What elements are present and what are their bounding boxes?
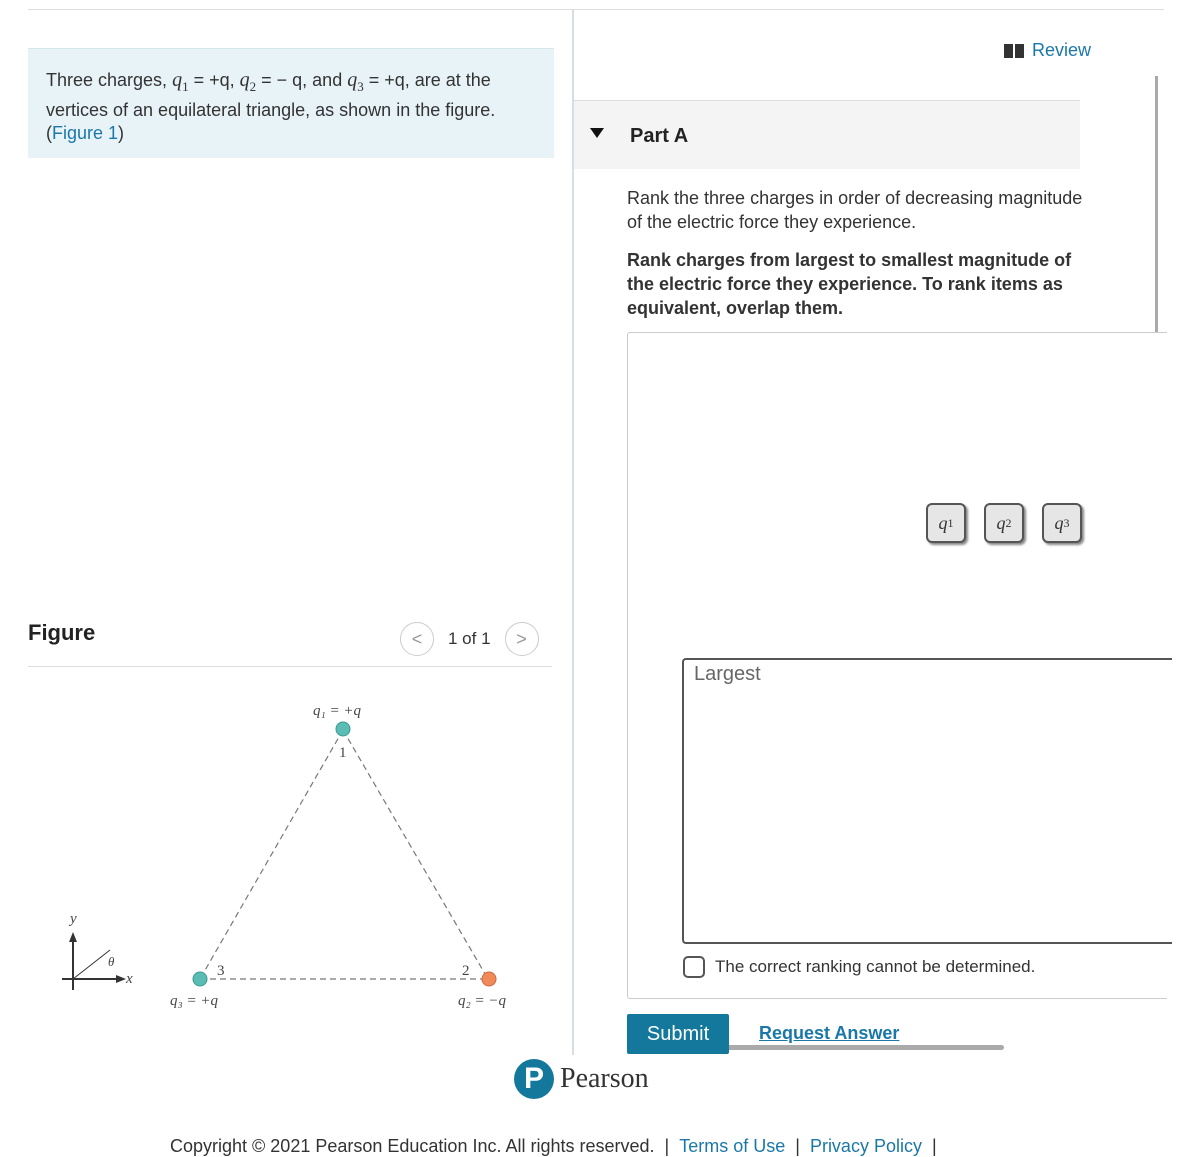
q2-value: = − q bbox=[256, 70, 303, 90]
review-link[interactable]: Review bbox=[1004, 40, 1091, 61]
prev-figure-button[interactable]: < bbox=[400, 622, 434, 656]
paren: ) bbox=[118, 123, 125, 143]
cannot-determine-label: The correct ranking cannot be determined… bbox=[715, 957, 1036, 976]
charge-triangle-figure: q₁ = +q q₃ = +q q₂ = −q y x θ 1 2 3 bbox=[62, 703, 506, 1009]
q1-symbol: q1 bbox=[172, 69, 189, 94]
book-icon bbox=[1004, 43, 1024, 58]
axes-icon bbox=[62, 932, 126, 990]
sep: , bbox=[229, 70, 240, 90]
q1-value: = +q bbox=[188, 70, 230, 90]
copyright: Copyright © 2021 Pearson Education Inc. … bbox=[170, 1136, 655, 1156]
intro-text: Three charges, bbox=[46, 70, 173, 90]
edge-1-3 bbox=[199, 729, 344, 980]
pearson-wordmark: Pearson bbox=[560, 1063, 649, 1094]
next-figure-button[interactable]: > bbox=[504, 622, 539, 656]
instructions-text: Rank charges from largest to smallest ma… bbox=[627, 250, 1072, 318]
label-q2: q₂ = −q bbox=[458, 993, 506, 1009]
cannot-determine-checkbox[interactable] bbox=[683, 956, 705, 978]
sep: , and bbox=[302, 70, 348, 90]
figure-link[interactable]: Figure 1 bbox=[52, 123, 118, 143]
ranking-drop-target[interactable]: Largest bbox=[682, 658, 1172, 944]
chip-q1[interactable]: q1 bbox=[926, 503, 966, 543]
submit-button[interactable]: Submit bbox=[627, 1014, 729, 1054]
vertex-2: 2 bbox=[462, 963, 470, 979]
q3-symbol: q3 bbox=[347, 69, 364, 94]
figure-page-count: 1 of 1 bbox=[448, 629, 491, 648]
label-q1: q₁ = +q bbox=[313, 703, 361, 719]
problem-intro: Three charges, q1 = +q, q2 = − q, and q3… bbox=[28, 48, 554, 158]
largest-label: Largest bbox=[694, 663, 761, 685]
vertex-1: 1 bbox=[339, 745, 347, 761]
pearson-logo: P Pearson bbox=[514, 1059, 649, 1099]
question-text: Rank the three charges in order of decre… bbox=[627, 188, 1083, 232]
label-q3: q₃ = +q bbox=[170, 993, 218, 1009]
figure-pager: < 1 of 1 > bbox=[400, 622, 539, 656]
review-label: Review bbox=[1032, 40, 1092, 60]
charge-q1 bbox=[335, 721, 351, 737]
part-a-label: Part A bbox=[630, 125, 689, 147]
pearson-p-icon: P bbox=[514, 1059, 554, 1099]
collapse-triangle-icon bbox=[590, 128, 604, 138]
top-divider bbox=[28, 9, 1164, 10]
vertex-3: 3 bbox=[217, 963, 225, 979]
request-answer-link[interactable]: Request Answer bbox=[759, 1023, 899, 1044]
chip-q3[interactable]: q3 bbox=[1042, 503, 1082, 543]
q3-value: = +q bbox=[363, 70, 405, 90]
charge-q3 bbox=[192, 971, 208, 987]
triangle-edges bbox=[199, 729, 489, 980]
chip-q2[interactable]: q2 bbox=[984, 503, 1024, 543]
cannot-determine-option[interactable]: The correct ranking cannot be determined… bbox=[683, 956, 1035, 978]
axis-x-label: x bbox=[125, 971, 133, 987]
q2-symbol: q2 bbox=[239, 69, 257, 94]
charge-q2 bbox=[481, 971, 497, 987]
figure-divider bbox=[28, 666, 552, 667]
edge-1-2 bbox=[342, 729, 489, 980]
part-a-header[interactable]: Part A bbox=[574, 100, 1080, 169]
terms-link[interactable]: Terms of Use bbox=[679, 1136, 785, 1156]
figure-title: Figure bbox=[28, 620, 96, 645]
privacy-link[interactable]: Privacy Policy bbox=[810, 1136, 922, 1156]
scrollbar[interactable] bbox=[1155, 76, 1158, 332]
axis-y-label: y bbox=[68, 911, 77, 927]
theta-label: θ bbox=[108, 954, 115, 969]
footer: Copyright © 2021 Pearson Education Inc. … bbox=[170, 1136, 937, 1156]
